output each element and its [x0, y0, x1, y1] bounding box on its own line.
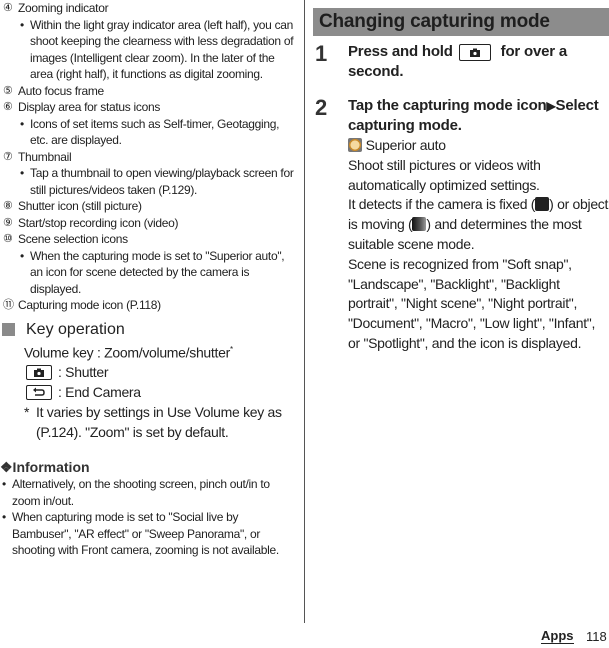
camera-key-icon [26, 364, 52, 380]
item-label: Scene selection icons [18, 232, 128, 246]
bullet-icon: • [20, 17, 24, 32]
mode-label-row: Superior auto [348, 136, 609, 156]
step-2: 2 Tap the capturing mode icon▶Select cap… [313, 96, 609, 354]
bullet-icon: • [2, 510, 6, 525]
section-header: Changing capturing mode [313, 8, 609, 36]
legend-item: ⑨ Start/stop recording icon (video) [0, 215, 300, 232]
item-label: Zooming indicator [18, 1, 109, 15]
information-bullet: • Alternatively, on the shooting screen, … [2, 477, 270, 508]
step-number: 1 [315, 41, 328, 66]
item-number: ⑨ [3, 216, 13, 229]
step-1-text: Press and hold for over a second. [348, 43, 568, 80]
page-number: 118 [586, 629, 607, 644]
step-2-body: Superior auto Shoot still pictures or vi… [348, 136, 609, 354]
back-key-icon [26, 384, 52, 400]
item-number: ⑤ [3, 84, 13, 97]
legend-item: ⑦ Thumbnail [0, 149, 300, 166]
item-bullet: • Tap a thumbnail to open viewing/playbac… [20, 166, 294, 197]
end-camera-key-line: : End Camera [24, 382, 300, 402]
tripod-icon [535, 197, 550, 212]
legend-item: ⑧ Shutter icon (still picture) [0, 198, 300, 215]
item-bullet: • Within the light gray indicator area (l… [20, 17, 294, 82]
legend-item: ④ Zooming indicator [0, 0, 300, 17]
arrow-right-icon: ▶ [546, 99, 556, 113]
bullet-icon: • [20, 166, 24, 180]
item-number: ⑥ [3, 101, 13, 113]
item-number: ④ [3, 2, 13, 14]
key-operation-heading: Key operation [0, 320, 300, 340]
mode-description: Shoot still pictures or videos with auto… [348, 156, 541, 193]
legend-item: ⑩ Scene selection icons [0, 231, 300, 248]
step-number: 2 [315, 95, 328, 120]
shutter-key-line: : Shutter [24, 362, 300, 382]
bullet-icon: • [20, 116, 24, 131]
item-number: ⑪ [3, 299, 14, 311]
column-divider [304, 0, 305, 623]
item-label: Start/stop recording icon (video) [18, 215, 179, 230]
legend-list: ④ Zooming indicator • Within the light gray… [0, 0, 300, 314]
motion-icon [412, 217, 427, 232]
information-heading: ❖Information [0, 459, 90, 476]
scene-list-description: Scene is recognized from "Soft snap", "L… [348, 255, 596, 351]
step-1: 1 Press and hold for over a second. [313, 42, 609, 82]
item-number: ⑧ [3, 200, 13, 212]
key-operation-section: Key operation Volume key : Zoom/volume/s… [0, 320, 300, 443]
left-column: ④ Zooming indicator • Within the light gray… [0, 0, 300, 559]
step-2-text: Tap the capturing mode icon▶Select captu… [348, 97, 599, 134]
footer-section-label: Apps [541, 628, 574, 644]
volume-key-line: Volume key : Zoom/volume/shutter* [24, 344, 233, 361]
legend-item: ⑪ Capturing mode icon (P.118) [0, 297, 300, 314]
item-label: Capturing mode icon (P.118) [18, 298, 161, 312]
item-label: Thumbnail [18, 149, 72, 164]
superior-auto-icon [348, 138, 362, 152]
item-label: Display area for status icons [18, 100, 161, 114]
volume-key-note: * It varies by settings in Use Volume ke… [24, 404, 282, 441]
right-column: Changing capturing mode 1 Press and hold… [313, 0, 609, 354]
legend-item: ⑥ Display area for status icons [0, 99, 300, 116]
bullet-icon: • [2, 477, 6, 492]
square-bullet-icon [2, 323, 15, 336]
camera-key-icon [458, 44, 491, 61]
legend-item: ⑤ Auto focus frame [0, 83, 300, 100]
item-bullet: • When the capturing mode is set to "Supe… [20, 248, 285, 296]
item-number: ⑦ [3, 150, 13, 163]
bullet-icon: • [20, 248, 24, 263]
information-bullet: • When capturing mode is set to "Social l… [2, 510, 279, 558]
detection-description: It detects if the camera is fixed () or … [348, 196, 609, 252]
information-list: • Alternatively, on the shooting screen, … [0, 476, 300, 559]
item-number: ⑩ [3, 233, 13, 245]
item-label: Shutter icon (still picture) [18, 199, 142, 213]
item-bullet: • Icons of set items such as Self-timer, … [20, 116, 280, 148]
item-label: Auto focus frame [18, 83, 104, 98]
